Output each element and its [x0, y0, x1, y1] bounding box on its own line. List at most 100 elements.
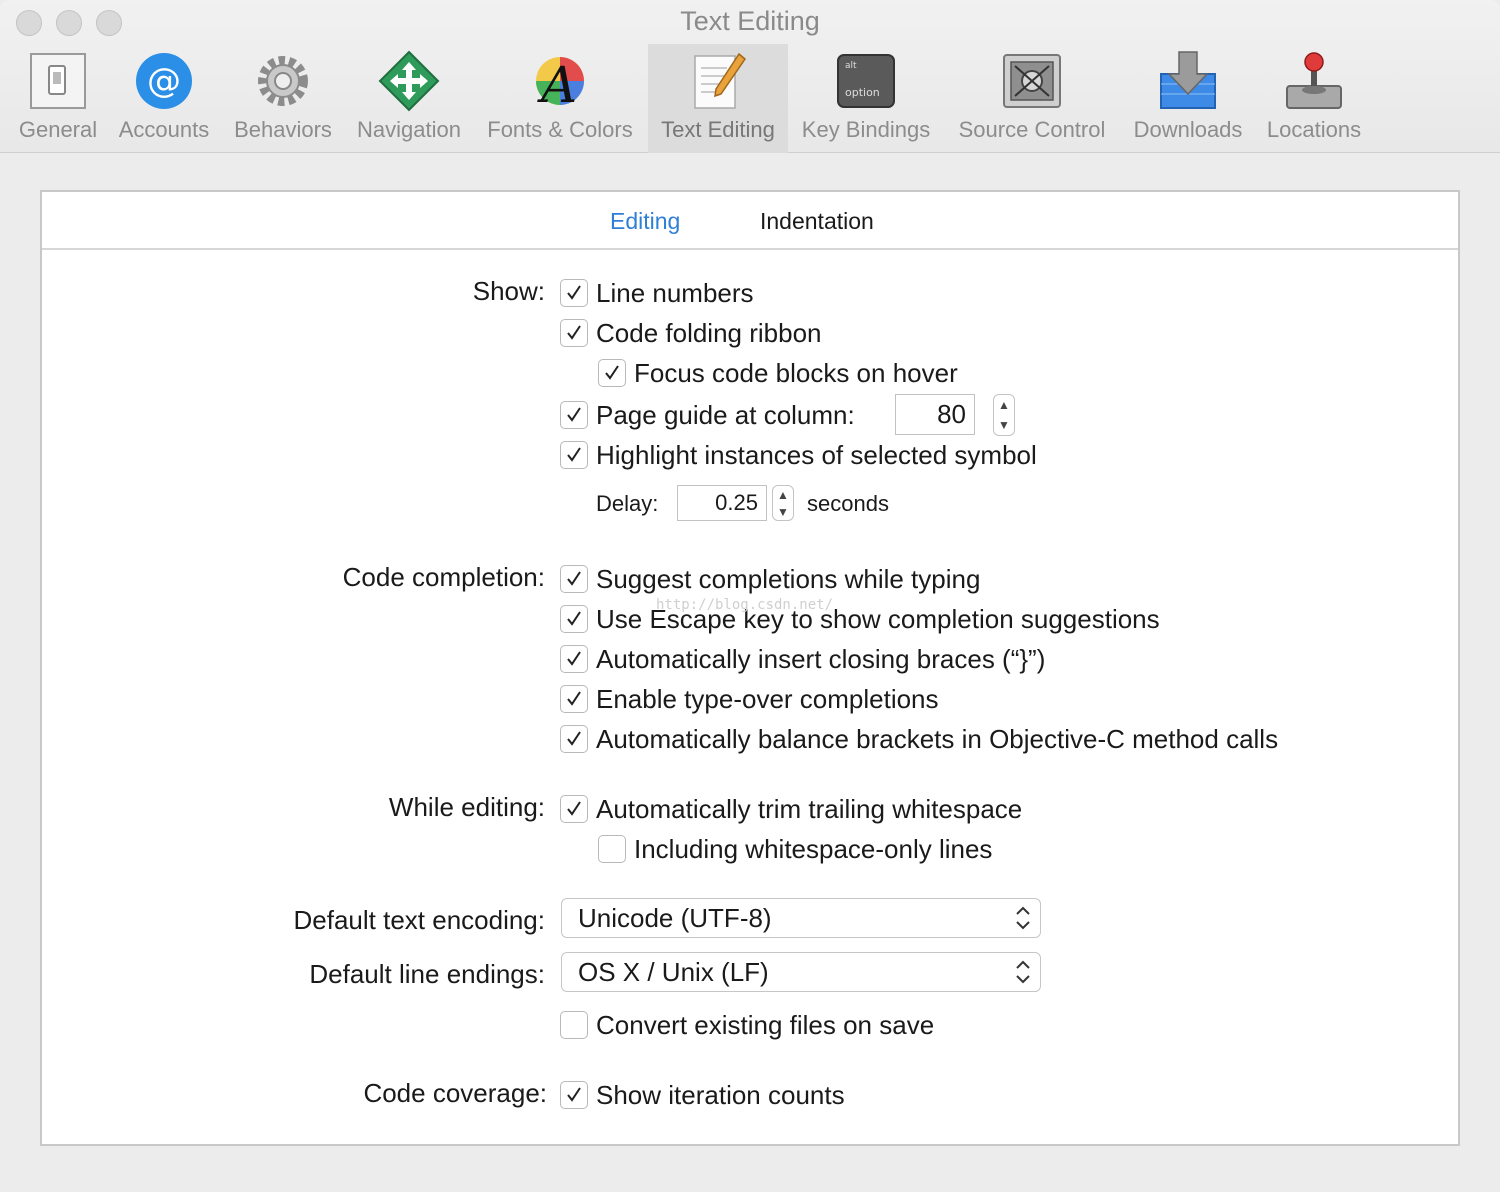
escape-checkbox[interactable] [560, 605, 588, 633]
chevron-down-icon[interactable]: ▼ [777, 506, 789, 518]
code-folding-option[interactable]: Code folding ribbon [560, 317, 822, 349]
toolbar-label-navigation: Navigation [357, 117, 461, 142]
balance-checkbox[interactable] [560, 725, 588, 753]
option-key-icon: alt option [837, 54, 895, 108]
convert-option[interactable]: Convert existing files on save [560, 1009, 934, 1041]
tab-editing[interactable]: Editing [610, 208, 680, 235]
joystick-disk-icon [1286, 52, 1342, 109]
line-numbers-label: Line numbers [596, 277, 754, 308]
toolbar-item-downloads[interactable]: Downloads [1126, 44, 1250, 153]
escape-option[interactable]: Use Escape key to show completion sugges… [560, 603, 1160, 635]
font-color-icon: A [536, 56, 584, 112]
chevron-down-icon[interactable]: ▼ [998, 419, 1010, 431]
general-switch-icon [30, 53, 86, 109]
svg-text:@: @ [147, 61, 181, 101]
toolbar-item-navigation[interactable]: Navigation [350, 44, 468, 153]
toolbar-label-locations: Locations [1266, 117, 1362, 142]
tab-indentation[interactable]: Indentation [760, 208, 874, 235]
encoding-value: Unicode (UTF-8) [578, 903, 772, 933]
line-numbers-option[interactable]: Line numbers [560, 277, 754, 309]
focus-blocks-option[interactable]: Focus code blocks on hover [598, 357, 958, 389]
vault-icon [1003, 54, 1061, 108]
chevron-up-icon[interactable]: ▲ [998, 399, 1010, 411]
checkmark-icon [567, 1087, 581, 1102]
highlight-label: Highlight instances of selected symbol [596, 439, 1037, 470]
convert-checkbox[interactable] [560, 1011, 588, 1039]
toolbar-item-key-bindings[interactable]: alt option Key Bindings [794, 44, 938, 153]
while-editing-label: While editing: [388, 792, 545, 822]
suggest-checkbox[interactable] [560, 565, 588, 593]
pencil-paper-icon [694, 52, 747, 109]
toolbar-item-source-control[interactable]: Source Control [950, 44, 1114, 153]
whitespace-only-checkbox[interactable] [598, 835, 626, 863]
focus-blocks-checkbox[interactable] [598, 359, 626, 387]
typeover-option[interactable]: Enable type-over completions [560, 683, 939, 715]
iteration-label: Show iteration counts [596, 1079, 845, 1110]
toolbar-item-text-editing[interactable]: Text Editing [648, 44, 788, 153]
toolbar-label-behaviors: Behaviors [234, 117, 332, 142]
delay-stepper[interactable]: ▲ ▼ [772, 485, 794, 521]
line-endings-popup[interactable]: OS X / Unix (LF) [561, 952, 1041, 992]
trim-checkbox[interactable] [560, 795, 588, 823]
preferences-window: Text Editing General @ Accounts Behavior… [0, 0, 1500, 1192]
braces-checkbox[interactable] [560, 645, 588, 673]
navigation-arrows-icon [378, 50, 440, 112]
checkmark-icon [567, 731, 581, 746]
title-bar: Text Editing General @ Accounts Behavior… [0, 0, 1500, 153]
page-guide-checkbox[interactable] [560, 401, 588, 429]
braces-option[interactable]: Automatically insert closing braces (“}”… [560, 643, 1045, 675]
suggest-label: Suggest completions while typing [596, 563, 981, 594]
toolbar-item-accounts[interactable]: @ Accounts [112, 44, 216, 153]
gear-icon [258, 56, 308, 106]
balance-option[interactable]: Automatically balance brackets in Object… [560, 723, 1278, 755]
toolbar-label-accounts: Accounts [118, 117, 210, 142]
toolbar-label-key-bindings: Key Bindings [801, 117, 931, 142]
code-coverage-label: Code coverage: [363, 1078, 547, 1108]
page-guide-option[interactable]: Page guide at column: [560, 399, 855, 431]
checkmark-icon [567, 571, 581, 586]
whitespace-only-label: Including whitespace-only lines [634, 833, 993, 864]
line-endings-label: Default line endings: [309, 959, 545, 989]
toolbar-item-general[interactable]: General [12, 44, 104, 153]
line-endings-value: OS X / Unix (LF) [578, 957, 769, 987]
delay-label: Delay: [596, 491, 659, 516]
highlight-checkbox[interactable] [560, 441, 588, 469]
toolbar-label-general: General [18, 117, 98, 142]
show-label: Show: [472, 276, 545, 306]
typeover-label: Enable type-over completions [596, 683, 939, 714]
toolbar-item-locations[interactable]: Locations [1258, 44, 1370, 153]
suggest-option[interactable]: Suggest completions while typing [560, 563, 980, 595]
up-down-chevron-icon [1016, 960, 1030, 984]
braces-label: Automatically insert closing braces (“}”… [596, 643, 1046, 674]
encoding-popup[interactable]: Unicode (UTF-8) [561, 898, 1041, 938]
page-guide-stepper[interactable]: ▲ ▼ [993, 394, 1015, 436]
balance-label: Automatically balance brackets in Object… [596, 723, 1279, 754]
toolbar-item-behaviors[interactable]: Behaviors [228, 44, 338, 153]
toolbar-label-fonts-colors: Fonts & Colors [487, 117, 633, 142]
whitespace-only-option[interactable]: Including whitespace-only lines [598, 833, 992, 865]
download-arrow-icon [1160, 51, 1216, 109]
typeover-checkbox[interactable] [560, 685, 588, 713]
at-sign-icon: @ [136, 53, 192, 109]
checkmark-icon [567, 611, 581, 626]
line-numbers-checkbox[interactable] [560, 279, 588, 307]
trim-option[interactable]: Automatically trim trailing whitespace [560, 793, 1022, 825]
delay-unit: seconds [807, 491, 889, 516]
toolbar-item-fonts-colors[interactable]: A Fonts & Colors [478, 44, 642, 153]
watermark: http://blog.csdn.net/ [656, 597, 834, 613]
encoding-label: Default text encoding: [293, 905, 546, 935]
checkmark-icon [567, 651, 581, 666]
page-guide-column-field[interactable]: 80 [895, 394, 975, 435]
code-folding-checkbox[interactable] [560, 319, 588, 347]
up-down-chevron-icon [1016, 906, 1030, 930]
chevron-up-icon[interactable]: ▲ [777, 489, 789, 501]
iteration-option[interactable]: Show iteration counts [560, 1079, 845, 1111]
checkmark-icon [567, 691, 581, 706]
highlight-option[interactable]: Highlight instances of selected symbol [560, 439, 1037, 471]
toolbar-label-downloads: Downloads [1133, 117, 1243, 142]
iteration-checkbox[interactable] [560, 1081, 588, 1109]
svg-text:A: A [537, 56, 577, 112]
tab-bar: Editing Indentation [42, 192, 1458, 250]
code-folding-label: Code folding ribbon [596, 317, 822, 348]
delay-field[interactable]: 0.25 [677, 485, 767, 521]
